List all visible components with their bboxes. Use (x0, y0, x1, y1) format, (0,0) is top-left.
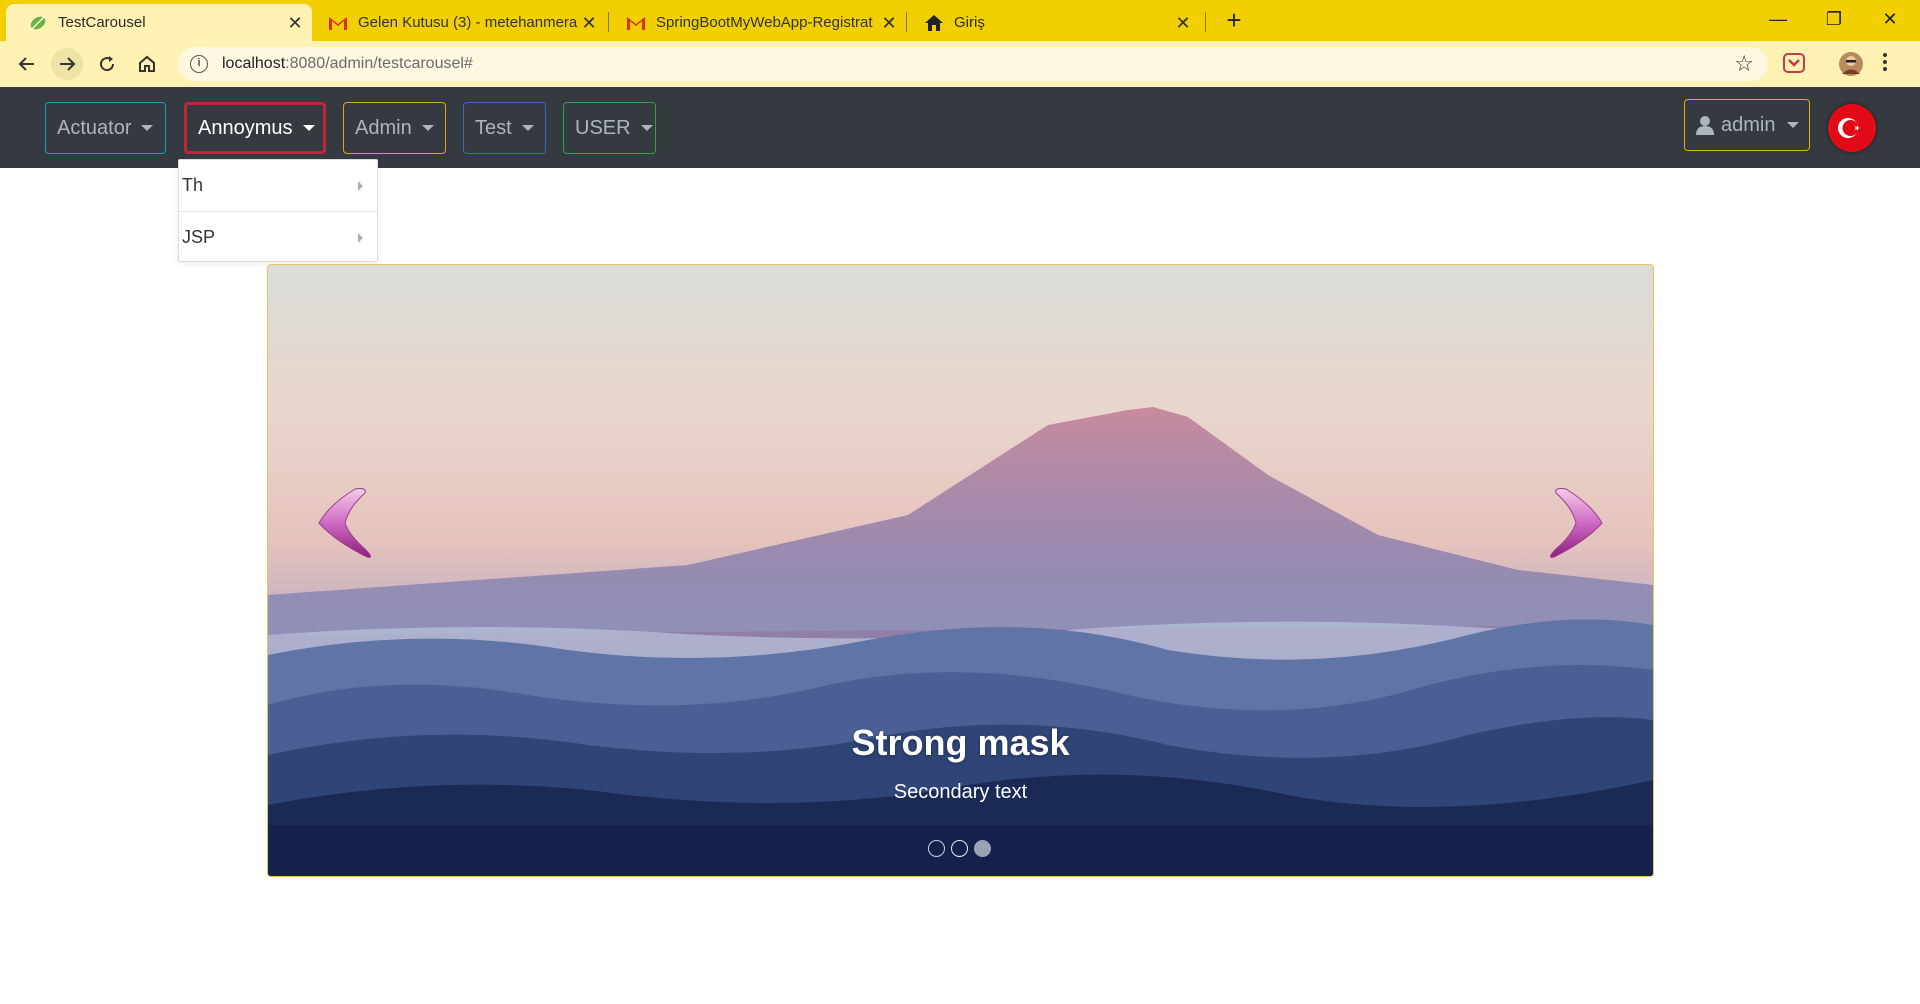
restore-button[interactable]: ❐ (1806, 0, 1862, 41)
close-tab-icon[interactable]: ✕ (878, 12, 900, 34)
home-icon (139, 55, 155, 72)
user-icon (1696, 116, 1714, 135)
dropdown-item-label: Th (182, 175, 204, 195)
home-icon (924, 13, 944, 33)
bookmark-star-icon[interactable]: ☆ (1734, 51, 1754, 77)
annoymus-menu-button[interactable]: Annoymus (184, 102, 326, 154)
url-host: localhost (222, 55, 286, 72)
carousel-prev-button[interactable] (315, 483, 393, 563)
reload-button[interactable] (91, 48, 123, 80)
profile-avatar-icon[interactable] (1838, 51, 1864, 77)
carousel-next-button[interactable] (1528, 483, 1606, 563)
tab-separator (1205, 12, 1206, 32)
app-navbar: Actuator Annoymus Admin Test USER admin (0, 87, 1920, 168)
back-button[interactable] (11, 48, 43, 80)
image-carousel: Strong mask Secondary text (267, 264, 1654, 877)
actuator-menu-button[interactable]: Actuator (45, 102, 166, 154)
caret-down-icon (640, 125, 653, 131)
caret-down-icon (1787, 122, 1800, 128)
url-path: :8080/admin/testcarousel# (285, 55, 473, 72)
close-tab-icon[interactable]: ✕ (578, 12, 600, 34)
caret-down-icon (302, 125, 315, 131)
dropdown-item-th[interactable]: Th (179, 160, 377, 211)
user-menu-button[interactable]: USER (563, 102, 656, 154)
back-arrow-icon (18, 57, 34, 71)
forward-arrow-icon (60, 57, 76, 71)
browser-tab-gmail-inbox[interactable]: Gelen Kutusu (3) - metehanmeral ✕ (306, 4, 606, 41)
submenu-arrow-icon (358, 180, 363, 191)
site-info-icon[interactable]: i (190, 55, 208, 73)
gmail-icon (328, 13, 348, 33)
browser-tab-giris[interactable]: Giriş ✕ (902, 4, 1200, 41)
browser-toolbar: i localhost:8080/admin/testcarousel# ☆ (0, 41, 1920, 87)
dropdown-item-jsp[interactable]: JSP (179, 212, 377, 263)
pocket-extension-icon[interactable] (1782, 51, 1808, 77)
caret-down-icon (421, 125, 434, 131)
new-tab-button[interactable]: + (1220, 7, 1248, 35)
chevron-right-icon (1550, 488, 1603, 558)
more-menu-icon[interactable] (1882, 51, 1896, 77)
test-menu-label: Test (475, 116, 512, 139)
gmail-icon (626, 13, 646, 33)
carousel-indicator-2[interactable] (951, 840, 968, 857)
caret-down-icon (141, 125, 154, 131)
forward-button[interactable] (51, 48, 83, 80)
carousel-caption-text: Secondary text (893, 781, 1028, 803)
home-button[interactable] (131, 48, 163, 80)
annoymus-dropdown-menu: Th JSP (178, 159, 378, 262)
test-menu-button[interactable]: Test (463, 102, 546, 154)
address-bar[interactable]: i localhost:8080/admin/testcarousel# ☆ (178, 47, 1768, 81)
close-tab-icon[interactable]: ✕ (1172, 12, 1194, 34)
submenu-arrow-icon (358, 232, 363, 243)
chevron-left-icon (318, 488, 371, 558)
close-tab-icon[interactable]: ✕ (284, 12, 306, 34)
browser-tab-testcarousel[interactable]: TestCarousel ✕ (6, 4, 312, 41)
reload-icon (100, 56, 115, 72)
carousel-indicator-3[interactable] (974, 840, 991, 857)
tab-title: Gelen Kutusu (3) - metehanmeral (358, 14, 578, 31)
spring-leaf-icon (28, 13, 48, 33)
caret-down-icon (521, 125, 534, 131)
browser-tabstrip: TestCarousel ✕ Gelen Kutusu (3) - meteha… (0, 0, 1920, 41)
carousel-indicators (928, 840, 991, 857)
annoymus-menu-label: Annoymus (198, 116, 293, 139)
turkey-flag-icon[interactable] (1828, 104, 1876, 152)
tab-title: TestCarousel (58, 14, 146, 31)
carousel-caption-title: Strong mask (851, 722, 1070, 763)
actuator-menu-label: Actuator (57, 116, 132, 139)
close-window-button[interactable]: ✕ (1862, 0, 1918, 41)
admin-menu-label: Admin (355, 116, 412, 139)
account-menu-button[interactable]: admin (1684, 99, 1810, 151)
carousel-indicator-1[interactable] (928, 840, 945, 857)
dropdown-item-label: JSP (182, 227, 216, 247)
account-menu-label: admin (1721, 113, 1776, 136)
tab-title: SpringBootMyWebApp-Registrat (656, 14, 873, 31)
minimize-button[interactable]: — (1750, 0, 1806, 41)
user-menu-label: USER (575, 116, 631, 139)
admin-menu-button[interactable]: Admin (343, 102, 446, 154)
tab-title: Giriş (954, 14, 985, 31)
browser-tab-gmail-registration[interactable]: SpringBootMyWebApp-Registrat ✕ (604, 4, 906, 41)
